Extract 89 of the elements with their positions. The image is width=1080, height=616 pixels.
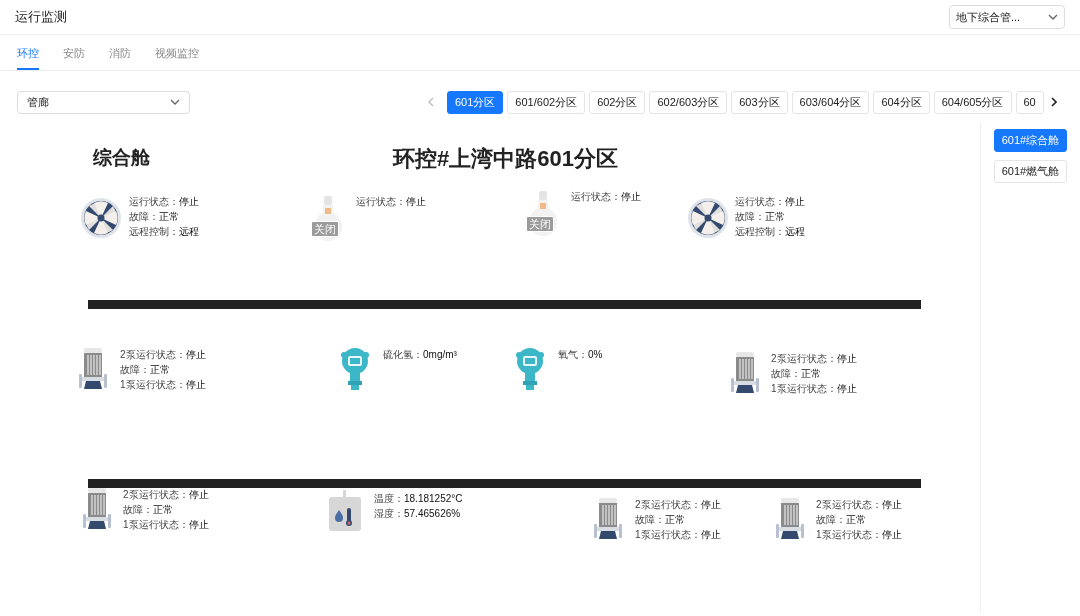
pump-icon bbox=[78, 347, 108, 391]
fan-icon bbox=[687, 197, 729, 239]
pump-icon bbox=[775, 497, 805, 541]
field-label: 1泵运行状态： bbox=[120, 378, 186, 391]
field-value: 正常 bbox=[765, 210, 785, 223]
field-value: 正常 bbox=[150, 363, 170, 376]
field-value: 停止 bbox=[621, 190, 641, 203]
field-label: 2泵运行状态： bbox=[120, 348, 186, 361]
status-badge: 关闭 bbox=[526, 216, 554, 232]
field-value: 0% bbox=[588, 348, 603, 361]
chevron-down-icon bbox=[1048, 14, 1058, 20]
partition-tab[interactable]: 602分区 bbox=[589, 90, 646, 114]
field-label: 硫化氢： bbox=[383, 348, 423, 361]
field-label: 故障： bbox=[123, 503, 153, 516]
field-label: 2泵运行状态： bbox=[635, 498, 701, 511]
field-label: 故障： bbox=[120, 363, 150, 376]
field-label: 氧气： bbox=[558, 348, 588, 361]
partition-tab[interactable]: 601分区 bbox=[447, 90, 504, 114]
cabin-button[interactable]: 601#燃气舱 bbox=[994, 160, 1067, 183]
field-value: 停止 bbox=[785, 195, 805, 208]
field-value: 正常 bbox=[801, 367, 821, 380]
field-value: 正常 bbox=[665, 513, 685, 526]
field-label: 运行状态： bbox=[129, 195, 179, 208]
thermo-hygrometer-icon bbox=[328, 490, 362, 532]
field-value: 18.181252°C bbox=[404, 492, 463, 505]
field-value: 正常 bbox=[159, 210, 179, 223]
field-value: 停止 bbox=[406, 195, 426, 208]
field-label: 远程控制： bbox=[129, 225, 179, 238]
field-label: 远程控制： bbox=[735, 225, 785, 238]
field-label: 运行状态： bbox=[571, 190, 621, 203]
field-value: 57.465626% bbox=[404, 507, 461, 520]
field-label: 湿度： bbox=[374, 507, 404, 520]
cabin-title: 综合舱 bbox=[93, 146, 150, 170]
field-value: 停止 bbox=[179, 195, 199, 208]
field-label: 2泵运行状态： bbox=[771, 352, 837, 365]
field-label: 运行状态： bbox=[356, 195, 406, 208]
site-select[interactable]: 地下综合管... bbox=[949, 5, 1065, 29]
chevron-right-icon[interactable] bbox=[1051, 97, 1057, 107]
partition-tab[interactable]: 603/604分区 bbox=[791, 90, 870, 114]
field-value: 停止 bbox=[185, 348, 206, 361]
field-value: 停止 bbox=[188, 518, 209, 531]
field-label: 故障： bbox=[771, 367, 801, 380]
field-label: 1泵运行状态： bbox=[123, 518, 189, 531]
partition-tab[interactable]: 603分区 bbox=[731, 90, 788, 114]
field-value: 停止 bbox=[881, 528, 902, 541]
field-value: 停止 bbox=[700, 498, 721, 511]
field-value: 停止 bbox=[881, 498, 902, 511]
field-label: 故障： bbox=[129, 210, 159, 223]
pump-icon bbox=[82, 487, 112, 531]
gas-detector-icon bbox=[515, 347, 545, 391]
field-label: 1泵运行状态： bbox=[771, 382, 837, 395]
field-value: 0mg/m³ bbox=[423, 348, 457, 361]
field-label: 1泵运行状态： bbox=[816, 528, 882, 541]
field-value: 停止 bbox=[836, 382, 857, 395]
field-value: 正常 bbox=[153, 503, 173, 516]
partition-tab[interactable]: 604/605分区 bbox=[933, 90, 1012, 114]
field-value: 正常 bbox=[846, 513, 866, 526]
status-badge: 关闭 bbox=[311, 221, 339, 237]
tab[interactable]: 安防 bbox=[63, 44, 85, 70]
field-label: 温度： bbox=[374, 492, 404, 505]
field-value: 停止 bbox=[700, 528, 721, 541]
field-label: 2泵运行状态： bbox=[816, 498, 882, 511]
area-select[interactable]: 管廊 bbox=[17, 90, 190, 114]
tab[interactable]: 视频监控 bbox=[155, 44, 199, 70]
partition-tab[interactable]: 604分区 bbox=[873, 90, 930, 114]
tab[interactable]: 环控 bbox=[17, 44, 39, 70]
cabin-button[interactable]: 601#综合舱 bbox=[994, 129, 1067, 152]
field-label: 1泵运行状态： bbox=[635, 528, 701, 541]
field-label: 故障： bbox=[735, 210, 765, 223]
field-label: 故障： bbox=[635, 513, 665, 526]
field-value: 远程 bbox=[179, 225, 199, 238]
partition-tab[interactable]: 60 bbox=[1015, 90, 1044, 114]
pump-icon bbox=[730, 351, 760, 395]
partition-tab[interactable]: 602/603分区 bbox=[649, 90, 728, 114]
field-label: 2泵运行状态： bbox=[123, 488, 189, 501]
page-title: 运行监测 bbox=[15, 8, 67, 27]
gas-detector-icon bbox=[340, 347, 370, 391]
field-label: 故障： bbox=[816, 513, 846, 526]
fan-icon bbox=[80, 197, 122, 239]
tab[interactable]: 消防 bbox=[109, 44, 131, 70]
field-value: 停止 bbox=[185, 378, 206, 391]
field-label: 运行状态： bbox=[735, 195, 785, 208]
field-value: 停止 bbox=[188, 488, 209, 501]
pump-icon bbox=[593, 497, 623, 541]
field-value: 远程 bbox=[785, 225, 805, 238]
field-value: 停止 bbox=[836, 352, 857, 365]
diagram-title: 环控#上湾中路601分区 bbox=[393, 145, 618, 173]
chevron-down-icon bbox=[170, 99, 180, 105]
partition-tab[interactable]: 601/602分区 bbox=[507, 90, 586, 114]
